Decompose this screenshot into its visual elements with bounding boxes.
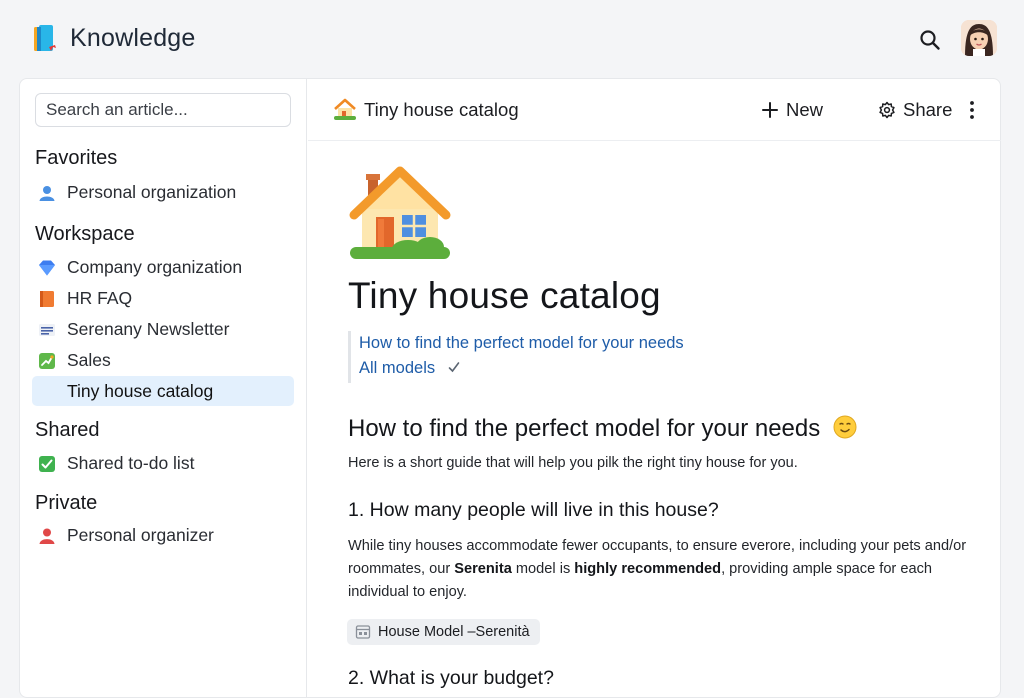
sidebar-item-sales[interactable]: Sales <box>32 345 294 375</box>
share-button[interactable]: Share <box>878 97 952 123</box>
sidebar-item-newsletter[interactable]: Serenany Newsletter <box>32 314 294 344</box>
diamond-icon <box>39 260 55 276</box>
sidebar-item-label: Serenany Newsletter <box>67 319 230 339</box>
house-icon <box>334 98 356 120</box>
main-card: Favorites Personal organization Workspac… <box>19 78 1001 698</box>
share-button-label: Share <box>903 99 953 120</box>
sidebar-item-label: Shared to-do list <box>67 453 195 473</box>
paragraph-text: model is <box>511 561 575 577</box>
sidebar: Favorites Personal organization Workspac… <box>20 79 307 697</box>
sidebar-item-hr-faq[interactable]: HR FAQ <box>32 283 294 313</box>
sidebar-item-personal-organization[interactable]: Personal organization <box>32 177 294 207</box>
gear-icon <box>879 101 895 119</box>
search-input[interactable] <box>35 93 291 127</box>
sidebar-item-label: Sales <box>67 350 111 370</box>
article-pane: Tiny house catalog New Share Tiny house … <box>308 79 1001 697</box>
user-avatar[interactable] <box>961 20 997 56</box>
checkbox-icon <box>39 456 55 472</box>
smile-emoji-icon <box>833 415 857 439</box>
linked-page-chip[interactable]: House Model –Serenità <box>347 619 540 645</box>
person-icon <box>39 186 55 201</box>
question-heading: 1. How many people will live in this hou… <box>348 499 719 521</box>
more-options-icon[interactable] <box>963 99 981 121</box>
check-icon <box>448 362 460 373</box>
section-heading-text: How to find the perfect model for your n… <box>348 415 821 442</box>
sidebar-item-shared-todo[interactable]: Shared to-do list <box>32 448 294 478</box>
page-icon <box>355 625 371 639</box>
section-workspace: Workspace <box>35 223 135 245</box>
app-title: Knowledge <box>70 24 196 52</box>
sidebar-item-label: Company organization <box>67 257 243 277</box>
bold-text: highly recommended <box>574 561 722 577</box>
sidebar-item-label: Personal organizer <box>67 525 214 545</box>
house-icon <box>349 166 451 259</box>
article-header: Tiny house catalog New Share <box>308 79 1001 141</box>
toc-link-all-models[interactable]: All models <box>359 356 684 381</box>
sidebar-item-label: Tiny house catalog <box>67 381 214 401</box>
section-private: Private <box>35 492 98 514</box>
bold-text: Serenita <box>454 561 512 577</box>
book-icon <box>34 25 56 51</box>
plus-icon <box>762 102 778 118</box>
section-favorites: Favorites <box>35 147 118 169</box>
new-button-label: New <box>786 99 824 120</box>
breadcrumb-title: Tiny house catalog <box>364 99 519 120</box>
new-button[interactable]: New <box>761 97 823 123</box>
toc-link-label: All models <box>359 359 436 377</box>
question-heading: 2. What is your budget? <box>348 667 554 689</box>
section-shared: Shared <box>35 419 100 441</box>
table-of-contents: How to find the perfect model for your n… <box>348 331 684 383</box>
toc-link[interactable]: How to find the perfect model for your n… <box>359 331 684 356</box>
avatar-icon <box>961 20 997 56</box>
sidebar-item-label: HR FAQ <box>67 288 133 308</box>
sidebar-item-label: Personal organization <box>67 182 237 202</box>
sidebar-item-personal-organizer[interactable]: Personal organizer <box>32 520 294 550</box>
sidebar-item-company-organization[interactable]: Company organization <box>32 252 294 282</box>
sidebar-item-tiny-house-catalog[interactable]: Tiny house catalog <box>32 376 294 406</box>
paragraph: While tiny houses accommodate fewer occu… <box>348 535 968 604</box>
chip-label: House Model –Serenità <box>378 624 530 640</box>
chart-icon <box>39 353 55 369</box>
top-bar: Knowledge <box>0 0 1024 78</box>
person-icon <box>39 528 55 544</box>
section-heading: How to find the perfect model for your n… <box>348 415 857 443</box>
intro-text: Here is a short guide that will help you… <box>348 455 798 471</box>
newsletter-icon <box>39 324 55 336</box>
page-title: Tiny house catalog <box>348 275 661 316</box>
search-icon[interactable] <box>918 28 942 52</box>
book-icon <box>40 291 54 307</box>
